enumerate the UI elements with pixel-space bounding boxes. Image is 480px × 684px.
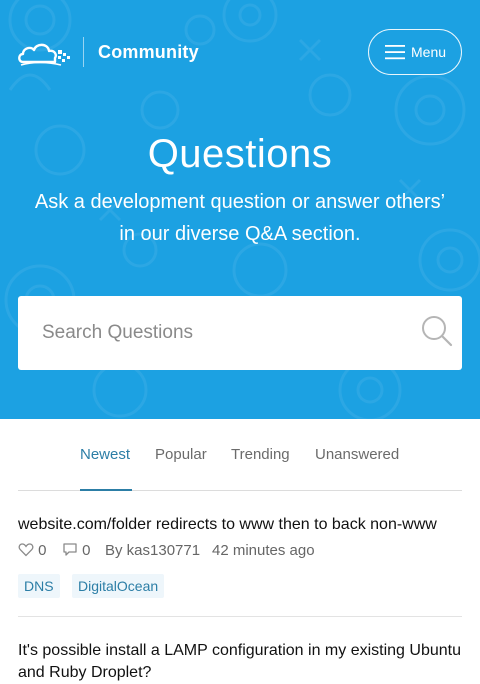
brand-divider [83,37,84,67]
top-navigation: Community Menu [0,0,480,104]
hamburger-icon [385,45,405,60]
question-divider [18,616,462,617]
like-counter[interactable]: 0 [18,542,47,559]
comment-counter[interactable]: 0 [62,542,91,559]
menu-label: Menu [411,44,447,60]
page-subtitle: Ask a development question or answer oth… [34,191,446,245]
page-title: Questions [147,132,333,176]
menu-button[interactable]: Menu [368,29,462,75]
question-author[interactable]: By kas130771 [105,542,200,559]
brand-name[interactable]: Community [98,42,199,63]
heart-icon [18,543,34,557]
tab-newest[interactable]: Newest [80,446,130,463]
question-title[interactable]: It's possible install a LAMP configurati… [18,640,462,684]
question-meta: 0 0 By kas130771 42 minutes ago [18,542,462,562]
tag-digitalocean[interactable]: DigitalOcean [72,574,165,598]
question-tabs: Newest Popular Trending Unanswered [0,440,480,492]
question-item: website.com/folder redirects to www then… [18,514,462,600]
tag-dns[interactable]: DNS [18,574,60,598]
question-item: It's possible install a LAMP configurati… [18,640,462,684]
tab-trending[interactable]: Trending [231,446,290,463]
search-input[interactable] [18,296,398,370]
hero-banner: Community Menu Questions Ask a developme… [0,0,480,419]
search-box [18,296,462,370]
comment-icon [63,543,77,556]
active-tab-indicator [80,489,132,491]
tab-unanswered[interactable]: Unanswered [315,446,399,463]
question-tags: DNS DigitalOcean [18,574,462,600]
like-count: 0 [38,542,47,559]
comment-count: 0 [82,542,91,559]
search-icon[interactable] [420,314,454,348]
logo-cloud-icon[interactable] [17,36,73,68]
question-time: 42 minutes ago [212,542,315,559]
question-title[interactable]: website.com/folder redirects to www then… [18,514,462,536]
tab-popular[interactable]: Popular [155,446,207,463]
